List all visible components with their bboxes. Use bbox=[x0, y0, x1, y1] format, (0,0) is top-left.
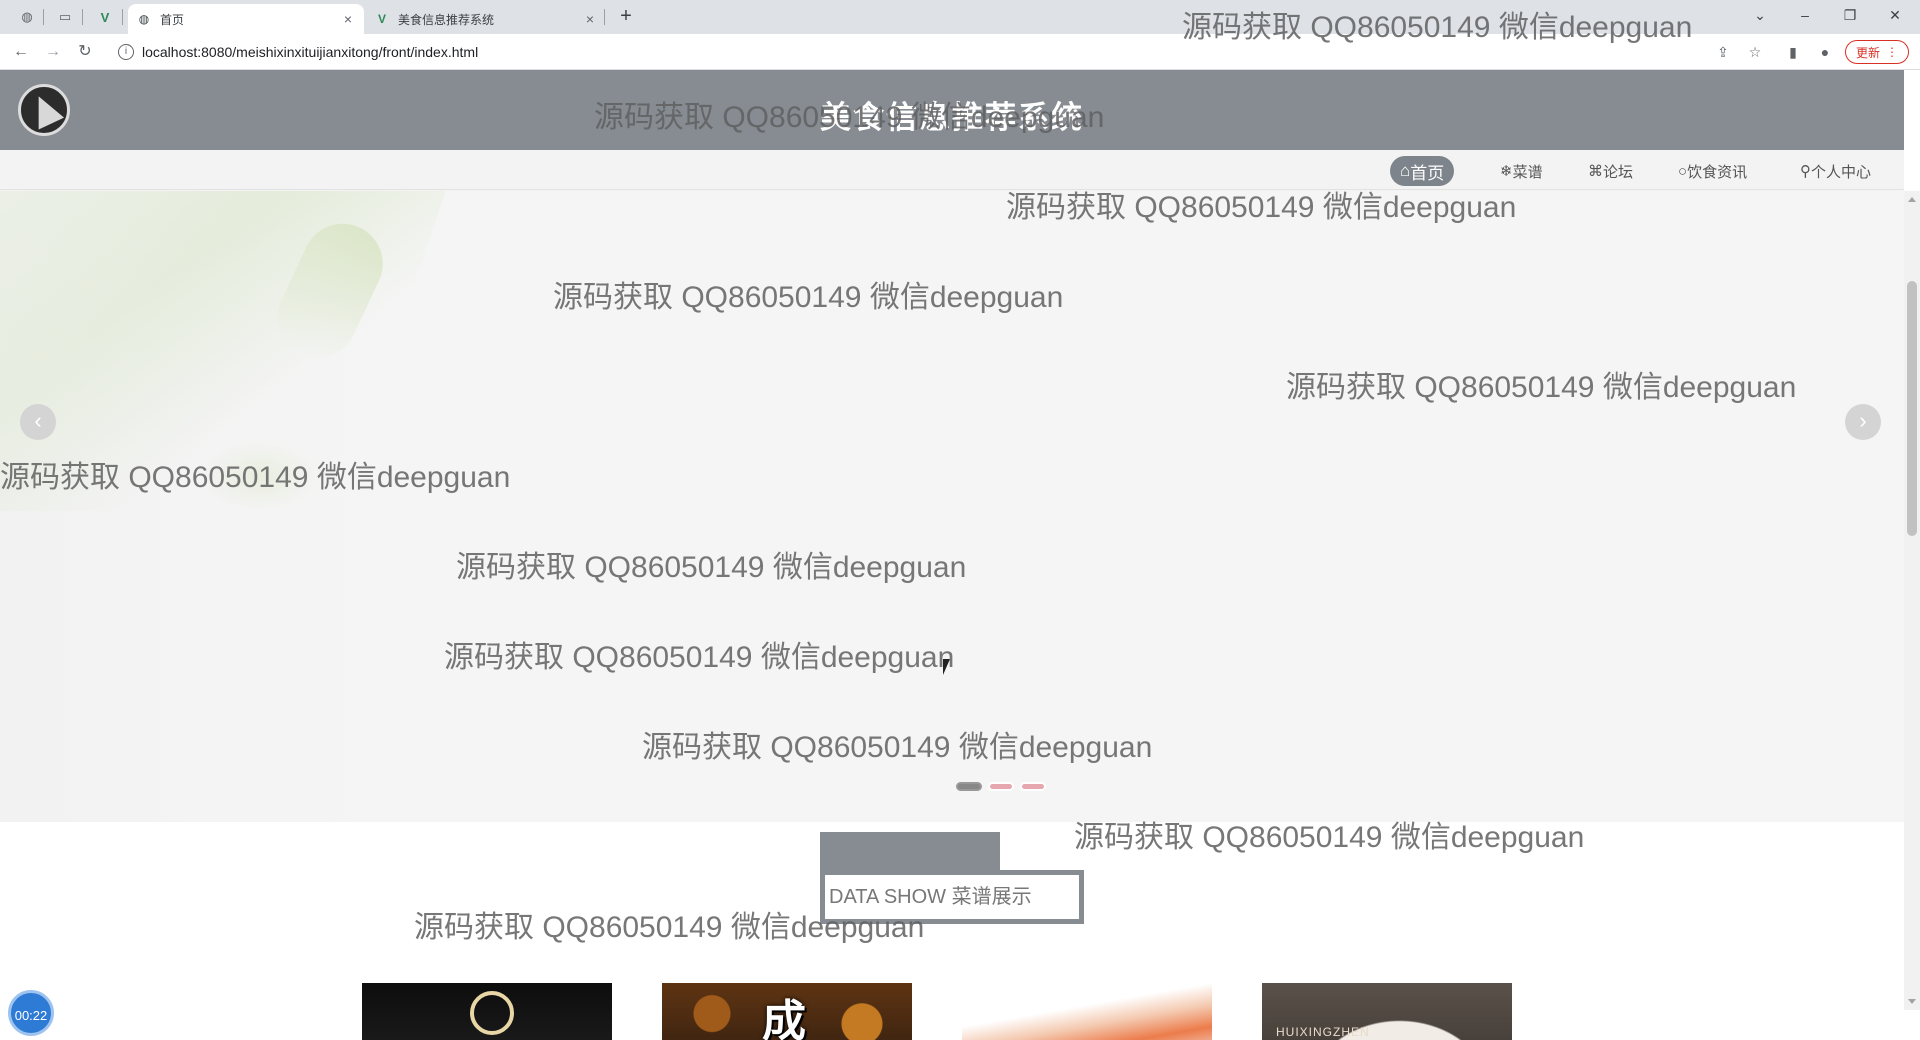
new-tab-button[interactable]: + bbox=[615, 6, 637, 28]
dish-list: 成 HUIXINGZHEN bbox=[362, 983, 1512, 1040]
site-info-icon[interactable]: i bbox=[118, 44, 134, 60]
dish-overlay-text: HUIXINGZHEN bbox=[1276, 1025, 1370, 1039]
page-scrollbar[interactable] bbox=[1904, 191, 1920, 1010]
tab-food-system[interactable]: V 美食信息推荐系统 × bbox=[366, 4, 606, 34]
vue-icon: V bbox=[377, 12, 386, 26]
nav-item-profile[interactable]: ⚲ 个人中心 bbox=[1790, 156, 1881, 186]
nav-label: 论坛 bbox=[1603, 163, 1634, 181]
recorder-timer[interactable]: 00:22 bbox=[8, 990, 54, 1036]
tag-icon: ⌘ bbox=[1588, 163, 1603, 180]
user-icon: ⚲ bbox=[1800, 163, 1811, 180]
site-title: 美食信息推荐系统 bbox=[820, 100, 1084, 135]
site-nav: ⌂ 首页 ❄ 菜谱 ⌘ 论坛 ○ 饮食资讯 ⚲ 个人中心 bbox=[0, 150, 1904, 190]
banner-shade bbox=[0, 191, 390, 822]
nav-item-home[interactable]: ⌂ 首页 bbox=[1390, 156, 1455, 186]
dish-overlay-text: 成 bbox=[762, 997, 806, 1040]
close-tab-icon[interactable]: × bbox=[582, 11, 598, 27]
url-text: localhost:8080/meishixinxituijianxitong/… bbox=[142, 44, 479, 60]
dish-card[interactable] bbox=[362, 983, 612, 1040]
tab-separator bbox=[604, 9, 605, 25]
more-menu-icon: ⋮ bbox=[1886, 45, 1898, 59]
mouse-cursor bbox=[943, 659, 950, 675]
carousel-next-button[interactable]: › bbox=[1845, 404, 1881, 440]
page-viewport: 美食信息推荐系统 ⌂ 首页 ❄ 菜谱 ⌘ 论坛 ○ 饮食资讯 ⚲ 个人中心 ‹ … bbox=[0, 70, 1904, 1040]
close-tab-icon[interactable]: × bbox=[340, 11, 356, 27]
forward-arrow-icon[interactable]: → bbox=[42, 41, 64, 63]
circle-icon: ○ bbox=[1678, 162, 1688, 180]
back-arrow-icon[interactable]: ← bbox=[10, 41, 32, 63]
tab-separator bbox=[122, 9, 123, 25]
nav-label: 个人中心 bbox=[1811, 163, 1872, 181]
tab-title: 首页 bbox=[160, 12, 185, 27]
close-window-button[interactable]: ✕ bbox=[1875, 4, 1915, 26]
nav-label: 饮食资讯 bbox=[1687, 163, 1748, 181]
dish-card[interactable] bbox=[962, 983, 1212, 1040]
globe-icon: ◍ bbox=[138, 12, 150, 26]
tab-separator bbox=[82, 9, 83, 25]
nav-label: 首页 bbox=[1410, 163, 1445, 183]
nav-label: 菜谱 bbox=[1512, 163, 1543, 181]
nav-item-recipes[interactable]: ❄ 菜谱 bbox=[1490, 156, 1553, 186]
nav-item-forum[interactable]: ⌘ 论坛 bbox=[1578, 156, 1643, 186]
browser-toolbar: ← → ↻ i localhost:8080/meishixinxituijia… bbox=[0, 34, 1920, 70]
dish-card[interactable]: 成 bbox=[662, 983, 912, 1040]
vue-icon[interactable]: V bbox=[96, 8, 114, 26]
chrome-icon[interactable]: ◍ bbox=[18, 8, 36, 26]
pinned-tab-icon[interactable]: ▭ bbox=[56, 8, 74, 26]
address-bar[interactable]: i localhost:8080/meishixinxituijianxiton… bbox=[110, 38, 1760, 66]
dish-card[interactable]: HUIXINGZHEN bbox=[1262, 983, 1512, 1040]
carousel-dot-2[interactable] bbox=[988, 782, 1014, 791]
scroll-down-icon[interactable] bbox=[1908, 999, 1916, 1004]
update-label: 更新 bbox=[1855, 45, 1880, 60]
site-header: 美食信息推荐系统 bbox=[0, 70, 1904, 150]
restore-button[interactable]: ❐ bbox=[1830, 4, 1870, 26]
scroll-up-icon[interactable] bbox=[1908, 197, 1916, 202]
tab-separator bbox=[43, 9, 44, 25]
browser-tab-strip: ◍ ▭ V ◍ 首页 × V 美食信息推荐系统 × + ⌄ – ❐ ✕ bbox=[0, 0, 1920, 34]
section-title: DATA SHOW 菜谱展示 bbox=[820, 870, 1084, 924]
bookmark-star-icon[interactable]: ☆ bbox=[1746, 43, 1764, 61]
carousel-prev-button[interactable]: ‹ bbox=[20, 404, 56, 440]
side-panel-icon[interactable]: ▮ bbox=[1784, 43, 1802, 61]
snowflake-icon: ❄ bbox=[1500, 163, 1513, 180]
carousel-dot-3[interactable] bbox=[1020, 782, 1046, 791]
tab-home[interactable]: ◍ 首页 × bbox=[128, 4, 364, 34]
home-icon: ⌂ bbox=[1400, 161, 1411, 180]
section-title-bar bbox=[820, 832, 1000, 870]
share-icon[interactable]: ⇪ bbox=[1714, 43, 1732, 61]
nav-item-food-news[interactable]: ○ 饮食资讯 bbox=[1668, 156, 1757, 186]
tab-title: 美食信息推荐系统 bbox=[398, 12, 495, 27]
carousel-indicators bbox=[956, 782, 1046, 791]
scrollbar-thumb[interactable] bbox=[1907, 281, 1917, 536]
reload-icon[interactable]: ↻ bbox=[74, 41, 96, 63]
minimize-button[interactable]: – bbox=[1785, 4, 1825, 26]
profile-avatar-icon[interactable]: ● bbox=[1816, 43, 1834, 61]
carousel-banner[interactable] bbox=[0, 191, 1904, 822]
carousel-dot-1[interactable] bbox=[956, 782, 982, 791]
tab-search-icon[interactable]: ⌄ bbox=[1740, 4, 1780, 26]
update-button[interactable]: 更新 ⋮ bbox=[1845, 40, 1909, 64]
